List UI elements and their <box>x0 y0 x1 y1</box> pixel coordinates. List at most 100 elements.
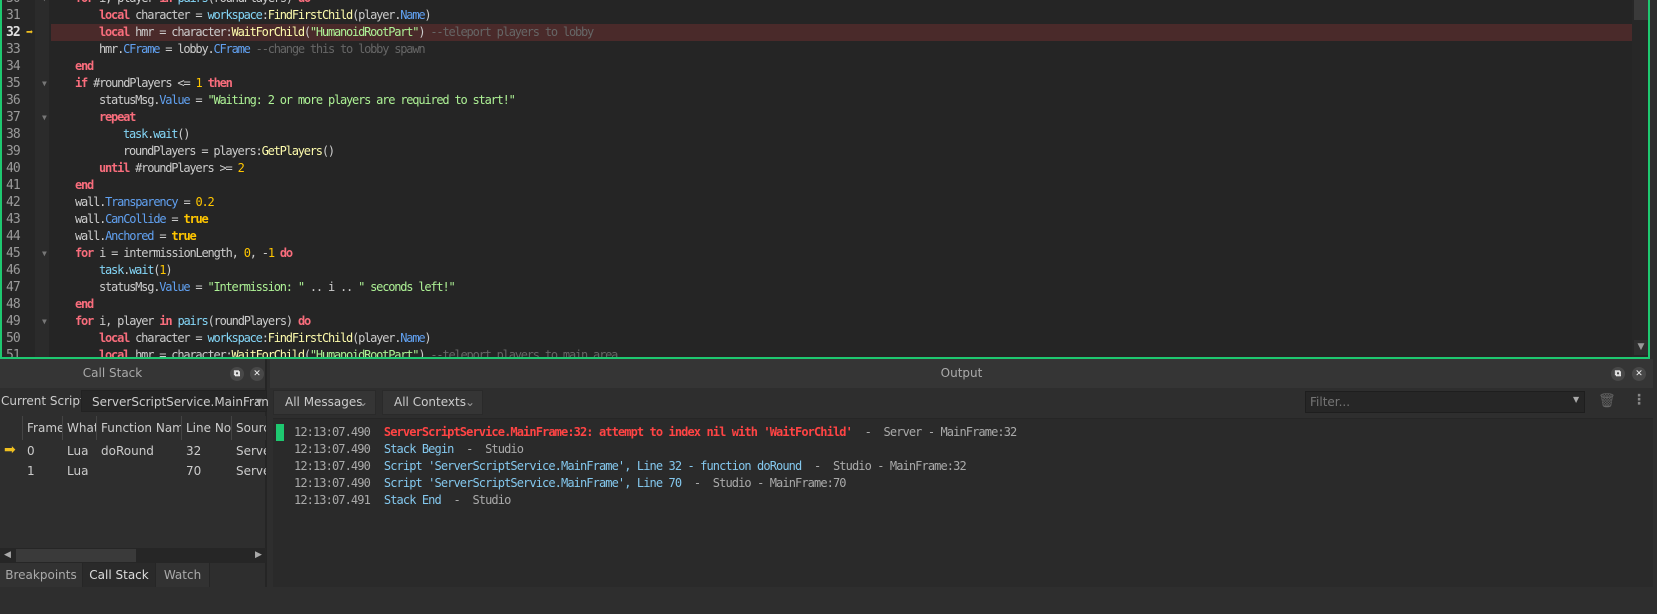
code-token: CFrame <box>213 42 251 56</box>
tab-breakpoints[interactable]: Breakpoints <box>0 563 83 587</box>
code-text: statusMsg.Value = "Intermission: " .. i … <box>51 279 1632 296</box>
code-line[interactable]: 35 ▼ if #roundPlayers <= 1 then <box>2 75 1632 92</box>
line-number[interactable]: 50 <box>6 330 32 347</box>
output-title: Output <box>940 366 983 380</box>
code-line[interactable]: 50 local character = workspace:FindFirstC… <box>2 330 1632 347</box>
line-number[interactable]: 41 <box>6 177 32 194</box>
editor-scrollbar-thumb[interactable] <box>1634 0 1648 20</box>
line-number[interactable]: 34 <box>6 58 32 75</box>
code-line[interactable]: 47 statusMsg.Value = "Intermission: " .. … <box>2 279 1632 296</box>
log-entry[interactable]: 12:13:07.491 Stack End - Studio <box>294 492 511 509</box>
log-entry[interactable]: 12:13:07.490 Stack Begin - Studio <box>294 441 524 458</box>
messages-filter-dropdown[interactable]: All Messages ⌄ <box>273 390 376 415</box>
code-line[interactable]: 30 ▼ for i, player in pairs(roundPlayers) … <box>2 0 1632 7</box>
fold-toggle-icon[interactable]: ▼ <box>42 109 47 126</box>
code-line[interactable]: 42 wall.Transparency = 0.2 <box>2 194 1632 211</box>
line-number[interactable]: 51 <box>6 347 32 357</box>
code-line[interactable]: 31 local character = workspace:FindFirstC… <box>2 7 1632 24</box>
code-line[interactable]: 37 ▼ repeat <box>2 109 1632 126</box>
output-log[interactable]: 12:13:07.490 ServerScriptService.MainFram… <box>273 418 1653 587</box>
chevron-down-icon[interactable]: ▼ <box>1573 395 1579 404</box>
cell-source: Server <box>236 444 266 458</box>
code-line[interactable]: 51 local hmr = character:WaitForChild("Hu… <box>2 347 1632 359</box>
code-line[interactable]: 39 roundPlayers = players:GetPlayers() <box>2 143 1632 160</box>
code-text: wall.Transparency = 0.2 <box>51 194 1632 211</box>
horizontal-scrollbar-thumb[interactable] <box>16 549 136 562</box>
more-options-icon[interactable]: ⋮ <box>1632 392 1646 408</box>
line-number[interactable]: 40 <box>6 160 32 177</box>
contexts-filter-dropdown[interactable]: All Contexts ⌄ <box>382 390 483 415</box>
close-icon[interactable]: ✕ <box>1632 367 1646 381</box>
line-number[interactable]: 33 <box>6 41 32 58</box>
code-token: CanCollide <box>105 212 166 226</box>
code-line[interactable]: 44 wall.Anchored = true <box>2 228 1632 245</box>
filter-input[interactable] <box>1305 391 1585 413</box>
code-token: end <box>75 297 94 311</box>
code-token: wait <box>153 127 178 141</box>
column-function-name[interactable]: Function Name <box>97 416 182 440</box>
line-number[interactable]: 45 <box>6 245 32 262</box>
code-line[interactable]: 48 end <box>2 296 1632 313</box>
tab-watch[interactable]: Watch <box>156 563 210 587</box>
code-line[interactable]: 34 end <box>2 58 1632 75</box>
script-editor[interactable]: 30▼for i, player in pairs(roundPlayers) … <box>0 0 1650 359</box>
code-line[interactable]: 41 end <box>2 177 1632 194</box>
line-number[interactable]: 35 <box>6 75 32 92</box>
code-token: do <box>273 246 293 260</box>
code-line[interactable]: 32 ➡ local hmr = character:WaitForChild("H… <box>2 24 1632 41</box>
column-what[interactable]: What <box>63 416 97 440</box>
current-script-dropdown[interactable]: ServerScriptService.MainFran ▼ <box>81 390 269 412</box>
code-line[interactable]: 49 ▼ for i, player in pairs(roundPlayers) … <box>2 313 1632 330</box>
code-token: local <box>99 331 130 345</box>
code-token: hmr. <box>99 42 124 56</box>
tab-call-stack[interactable]: Call Stack <box>83 563 156 587</box>
code-line[interactable]: 33 hmr.CFrame = lobby.CFrame --change thi… <box>2 41 1632 58</box>
log-entry[interactable]: 12:13:07.490 Script 'ServerScriptService.… <box>294 458 967 475</box>
float-panel-icon[interactable]: ⧉ <box>230 367 244 381</box>
code-line[interactable]: 43 wall.CanCollide = true <box>2 211 1632 228</box>
scroll-down-icon[interactable]: ▼ <box>1634 340 1648 355</box>
line-number[interactable]: 38 <box>6 126 32 143</box>
fold-toggle-icon[interactable]: ▼ <box>42 313 47 330</box>
log-entry[interactable]: 12:13:07.490 Script 'ServerScriptService.… <box>294 475 847 492</box>
code-token: WaitForChild <box>231 348 306 359</box>
column-frame[interactable]: Frame <box>23 416 63 440</box>
line-number[interactable]: 47 <box>6 279 32 296</box>
table-row[interactable]: ➡ 0 Lua doRound 32 Server <box>0 441 266 461</box>
code-line[interactable]: 45 ▼ for i = intermissionLength, 0, -1 do <box>2 245 1632 262</box>
line-number[interactable]: 46 <box>6 262 32 279</box>
line-number[interactable]: 44 <box>6 228 32 245</box>
line-number[interactable]: 30 <box>6 0 32 7</box>
log-source: - Studio - MainFrame:32 <box>801 459 967 473</box>
fold-toggle-icon[interactable]: ▼ <box>42 245 47 262</box>
line-number[interactable]: 36 <box>6 92 32 109</box>
code-token: (roundPlayers) <box>207 314 298 328</box>
trash-icon[interactable]: 🗑 <box>1598 393 1616 409</box>
code-line[interactable]: 36 statusMsg.Value = "Waiting: 2 or more … <box>2 92 1632 109</box>
line-number[interactable]: 39 <box>6 143 32 160</box>
code-token: Value <box>159 93 190 107</box>
call-stack-panel: Call Stack ⧉ ✕ Current Script: ServerScr… <box>0 359 269 587</box>
editor-scrollbar[interactable] <box>1632 0 1648 357</box>
line-number[interactable]: 42 <box>6 194 32 211</box>
horizontal-scrollbar[interactable]: ◀ ▶ <box>0 548 266 563</box>
scroll-left-icon[interactable]: ◀ <box>0 548 15 563</box>
line-number[interactable]: 37 <box>6 109 32 126</box>
line-number[interactable]: 48 <box>6 296 32 313</box>
line-number[interactable]: 49 <box>6 313 32 330</box>
code-line[interactable]: 46 task.wait(1) <box>2 262 1632 279</box>
log-entry[interactable]: 12:13:07.490 ServerScriptService.MainFram… <box>294 424 1017 441</box>
scroll-right-icon[interactable]: ▶ <box>251 548 266 563</box>
table-row[interactable]: 1 Lua 70 Server <box>0 461 266 481</box>
fold-toggle-icon[interactable]: ▼ <box>42 75 47 92</box>
code-line[interactable]: 38 task.wait() <box>2 126 1632 143</box>
column-source[interactable]: Source <box>232 416 266 440</box>
column-line-no[interactable]: Line No. <box>182 416 232 440</box>
line-number[interactable]: 43 <box>6 211 32 228</box>
fold-toggle-icon[interactable]: ▼ <box>42 0 47 7</box>
close-icon[interactable]: ✕ <box>250 367 264 381</box>
line-number[interactable]: 31 <box>6 7 32 24</box>
code-line[interactable]: 40 until #roundPlayers >= 2 <box>2 160 1632 177</box>
cell-function-name: doRound <box>101 444 154 458</box>
float-panel-icon[interactable]: ⧉ <box>1611 367 1625 381</box>
